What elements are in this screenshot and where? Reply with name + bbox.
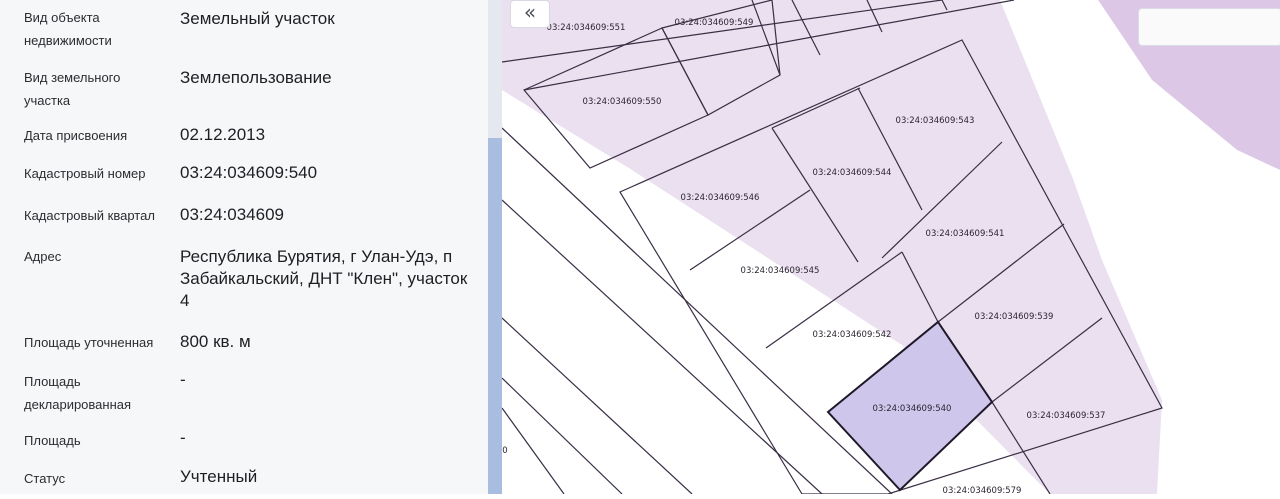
label-area-specified: Площадь уточненная [24, 335, 154, 350]
plot-label-edge: 0 [502, 446, 507, 456]
value-cadastral-number: 03:24:034609:540 [180, 163, 318, 182]
cadastral-map[interactable]: 03:24:034609:551 03:24:034609:549 03:24:… [501, 0, 1280, 496]
label-land-type: Вид земельного участка [24, 70, 121, 108]
plot-label-543[interactable]: 03:24:034609:543 [896, 116, 975, 126]
plot-label-551[interactable]: 03:24:034609:551 [547, 23, 626, 33]
plot-label-550[interactable]: 03:24:034609:550 [583, 97, 662, 107]
label-object-type: Вид объекта недвижимости [24, 10, 112, 48]
plot-label-539[interactable]: 03:24:034609:539 [975, 312, 1054, 322]
map-canvas[interactable]: 03:24:034609:551 03:24:034609:549 03:24:… [501, 0, 1280, 496]
value-assign-date: 02.12.2013 [180, 125, 266, 144]
plot-label-542[interactable]: 03:24:034609:542 [813, 330, 892, 340]
property-info-panel: Вид объекта недвижимости Земельный участ… [0, 0, 488, 494]
value-cadastral-quarter: 03:24:034609 [180, 205, 284, 224]
value-area: - [180, 428, 186, 447]
plot-label-549[interactable]: 03:24:034609:549 [675, 18, 754, 28]
value-area-declared: - [180, 370, 186, 389]
label-cadastral-number: Кадастровый номер [24, 166, 146, 181]
value-object-type: Земельный участок [180, 9, 335, 28]
plot-label-537[interactable]: 03:24:034609:537 [1027, 411, 1106, 421]
plot-label-544[interactable]: 03:24:034609:544 [813, 168, 892, 178]
value-address: Республика Бурятия, г Улан-Удэ, п Забайк… [180, 247, 468, 310]
collapse-panel-button[interactable]: « [510, 0, 550, 28]
label-assign-date: Дата присвоения [24, 128, 128, 143]
plot-label-579[interactable]: 03:24:034609:579 [943, 486, 1022, 496]
label-area: Площадь [24, 433, 81, 448]
label-area-declared: Площадь декларированная [24, 374, 132, 412]
plot-label-541[interactable]: 03:24:034609:541 [926, 229, 1005, 239]
panel-scrollbar-thumb[interactable] [488, 138, 502, 494]
label-status: Статус [24, 471, 66, 486]
value-land-type: Землепользование [180, 68, 332, 87]
map-search-input[interactable] [1138, 8, 1280, 46]
value-area-specified: 800 кв. м [180, 332, 251, 351]
value-status: Учтенный [180, 467, 258, 486]
label-cadastral-quarter: Кадастровый квартал [24, 208, 155, 223]
plot-label-540[interactable]: 03:24:034609:540 [873, 404, 952, 414]
plot-label-546[interactable]: 03:24:034609:546 [681, 193, 760, 203]
label-address: Адрес [24, 249, 62, 264]
plot-label-545[interactable]: 03:24:034609:545 [741, 266, 820, 276]
